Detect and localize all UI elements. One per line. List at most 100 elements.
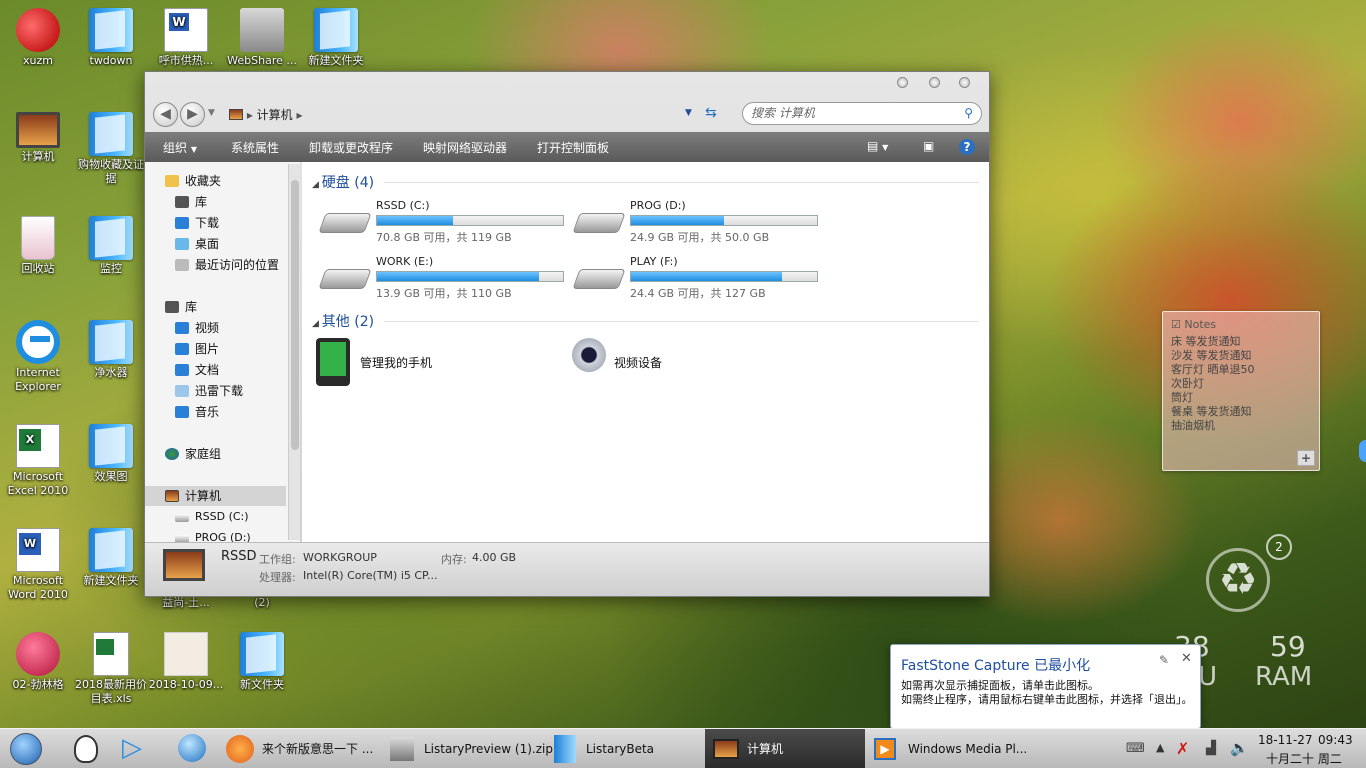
- drive-c[interactable]: RSSD (C:) 70.8 GB 可用，共 119 GB: [318, 199, 572, 249]
- desktop-icon-monitor[interactable]: 监控: [73, 216, 149, 276]
- nav-lib-documents[interactable]: 文档: [175, 361, 219, 379]
- close-button[interactable]: [959, 77, 970, 88]
- history-dropdown-icon[interactable]: ▼: [208, 108, 215, 118]
- nav-libraries[interactable]: 库: [165, 298, 197, 316]
- add-note-button[interactable]: +: [1297, 450, 1315, 466]
- nav-computer[interactable]: 计算机: [165, 487, 221, 505]
- recycle-gadget-icon[interactable]: ♻: [1206, 548, 1270, 612]
- drive-e[interactable]: WORK (E:) 13.9 GB 可用，共 110 GB: [318, 255, 572, 305]
- desktop-icon-new-folder-top[interactable]: 新建文件夹: [298, 8, 374, 68]
- group-hard-disks[interactable]: ◢ 硬盘 (4): [312, 172, 374, 192]
- start-button[interactable]: [10, 733, 42, 765]
- clock[interactable]: 18-11-27 09:43 十月二十 周二: [1254, 732, 1364, 766]
- nav-drive-c[interactable]: RSSD (C:): [175, 508, 249, 526]
- address-bar[interactable]: ▸ 计算机 ▸: [229, 105, 679, 125]
- taskbar-item-zip[interactable]: ListaryPreview (1).zip: [388, 729, 553, 768]
- desktop-icon-twdown[interactable]: twdown: [73, 8, 149, 68]
- open-control-panel-button[interactable]: 打开控制面板: [537, 139, 609, 156]
- note-line[interactable]: 沙发 等发货通知: [1163, 349, 1319, 363]
- breadcrumb-computer[interactable]: 计算机: [257, 108, 293, 122]
- scrollbar-thumb[interactable]: [291, 180, 299, 450]
- taskbar-item-browser[interactable]: 来个新版意思一下 ...: [224, 729, 384, 768]
- nav-homegroup[interactable]: 家庭组: [165, 445, 221, 463]
- manage-phone-item[interactable]: 管理我的手机: [316, 338, 516, 386]
- desktop-icon-photo[interactable]: 2018-10-09...: [148, 632, 224, 692]
- checkbox-icon[interactable]: ☑: [1171, 318, 1184, 331]
- search-input[interactable]: 搜索 计算机 ⚲: [742, 102, 982, 125]
- video-device-item[interactable]: 视频设备: [570, 338, 770, 386]
- faststone-notification[interactable]: FastStone Capture 已最小化 ✎ ✕ 如需再次显示捕捉面板，请单…: [890, 644, 1201, 729]
- close-icon[interactable]: ✕: [1181, 651, 1192, 666]
- desktop-icon-shopping[interactable]: 购物收藏及证据: [73, 112, 149, 186]
- back-button[interactable]: ◀: [153, 102, 178, 127]
- preview-pane-icon[interactable]: ▣: [923, 139, 934, 153]
- note-line[interactable]: 筒灯: [1163, 391, 1319, 405]
- desktop-icon-boehringer[interactable]: 02-勃林格: [0, 632, 76, 692]
- nav-fav-desktop[interactable]: 桌面: [175, 235, 219, 253]
- desktop-icon-recycle-bin[interactable]: 回收站: [0, 216, 76, 276]
- nav-fav-downloads[interactable]: 下载: [175, 214, 219, 232]
- note-line[interactable]: 床 等发货通知: [1163, 335, 1319, 349]
- desktop-icon-partial-2[interactable]: (2): [224, 596, 300, 612]
- volume-icon[interactable]: 🔈: [1230, 739, 1249, 757]
- group-other[interactable]: ◢ 其他 (2): [312, 311, 374, 331]
- side-pull-tab[interactable]: [1359, 440, 1366, 462]
- help-icon[interactable]: ?: [959, 139, 975, 155]
- note-line[interactable]: 餐桌 等发货通知: [1163, 405, 1319, 419]
- nav-lib-music[interactable]: 音乐: [175, 403, 219, 421]
- taskbar-item-listary[interactable]: ListaryBeta: [550, 729, 700, 768]
- signal-icon[interactable]: ▟: [1206, 741, 1216, 756]
- nav-fav-recent[interactable]: 最近访问的位置: [175, 256, 279, 274]
- note-line[interactable]: 客厅灯 晒单退50: [1163, 363, 1319, 377]
- nav-scrollbar[interactable]: [288, 164, 300, 540]
- taskbar-item-computer[interactable]: 计算机: [705, 729, 865, 768]
- globe-icon[interactable]: [178, 734, 206, 762]
- media-play-icon[interactable]: ▷: [122, 733, 142, 763]
- uninstall-program-button[interactable]: 卸载或更改程序: [309, 139, 393, 156]
- nav-lib-pictures[interactable]: 图片: [175, 340, 219, 358]
- capture-tray-icon[interactable]: ✗: [1176, 739, 1189, 758]
- organize-menu[interactable]: 组织 ▼: [163, 139, 197, 156]
- keyboard-icon[interactable]: ⌨: [1126, 741, 1145, 756]
- desktop-icon-webshare[interactable]: WebShare ...: [224, 8, 300, 68]
- group-divider: [384, 182, 979, 183]
- desktop-icon-water[interactable]: 净水器: [73, 320, 149, 380]
- desktop-icon-excel[interactable]: X Microsoft Excel 2010: [0, 424, 76, 498]
- refresh-icon[interactable]: ⇆: [705, 105, 717, 121]
- nav-fav-library[interactable]: 库: [175, 193, 207, 211]
- note-line[interactable]: 次卧灯: [1163, 377, 1319, 391]
- desktop-icon-renders[interactable]: 效果图: [73, 424, 149, 484]
- desktop-icon-new-folder[interactable]: 新建文件夹: [73, 528, 149, 588]
- nav-favorites[interactable]: 收藏夹: [165, 172, 221, 190]
- notes-gadget[interactable]: ☑ Notes 床 等发货通知 沙发 等发货通知 客厅灯 晒单退50 次卧灯 筒…: [1162, 311, 1320, 471]
- settings-icon[interactable]: ✎: [1159, 653, 1169, 667]
- recycle-count-badge: 2: [1266, 534, 1292, 560]
- forward-button[interactable]: ▶: [180, 102, 205, 127]
- explorer-window[interactable]: ◀ ▶ ▼ ▸ 计算机 ▸ ▼ ⇆ 搜索 计算机 ⚲ 组织 ▼ 系统属性 卸载或更…: [144, 71, 990, 597]
- maximize-button[interactable]: [929, 77, 940, 88]
- note-line[interactable]: 抽油烟机: [1163, 419, 1319, 433]
- desktop-icon-computer[interactable]: 计算机: [0, 112, 76, 164]
- desktop-icon-word-doc[interactable]: W 呼市供热...: [148, 8, 224, 68]
- desktop-icon-xuzm[interactable]: xuzm: [0, 8, 76, 68]
- desktop-icon-ie[interactable]: Internet Explorer: [0, 320, 76, 394]
- desktop-icon-pricelist[interactable]: 2018最新用价目表.xls: [73, 632, 149, 706]
- alien-app-icon[interactable]: [74, 735, 98, 763]
- drive-usage-bar: [630, 271, 818, 282]
- nav-lib-videos[interactable]: 视频: [175, 319, 219, 337]
- view-options-icon[interactable]: ▤ ▼: [867, 139, 888, 153]
- nav-lib-thunder[interactable]: 迅雷下载: [175, 382, 243, 400]
- tray-expand-icon[interactable]: ▲: [1156, 741, 1164, 754]
- map-network-drive-button[interactable]: 映射网络驱动器: [423, 139, 507, 156]
- desktop-icon-word[interactable]: W Microsoft Word 2010: [0, 528, 76, 602]
- desktop-icon-partial[interactable]: 益尚-土...: [148, 596, 224, 612]
- desktop-icon-new-folder-2[interactable]: 新文件夹: [224, 632, 300, 692]
- nav-drive-d[interactable]: PROG (D:): [175, 529, 251, 542]
- address-dropdown-icon[interactable]: ▼: [685, 108, 692, 118]
- drive-d[interactable]: PROG (D:) 24.9 GB 可用，共 50.0 GB: [572, 199, 826, 249]
- drive-f[interactable]: PLAY (F:) 24.4 GB 可用，共 127 GB: [572, 255, 826, 305]
- minimize-button[interactable]: [897, 77, 908, 88]
- system-properties-button[interactable]: 系统属性: [231, 139, 279, 156]
- search-icon[interactable]: ⚲: [964, 103, 973, 124]
- taskbar-item-wmp[interactable]: ▶ Windows Media Pl...: [868, 729, 1028, 768]
